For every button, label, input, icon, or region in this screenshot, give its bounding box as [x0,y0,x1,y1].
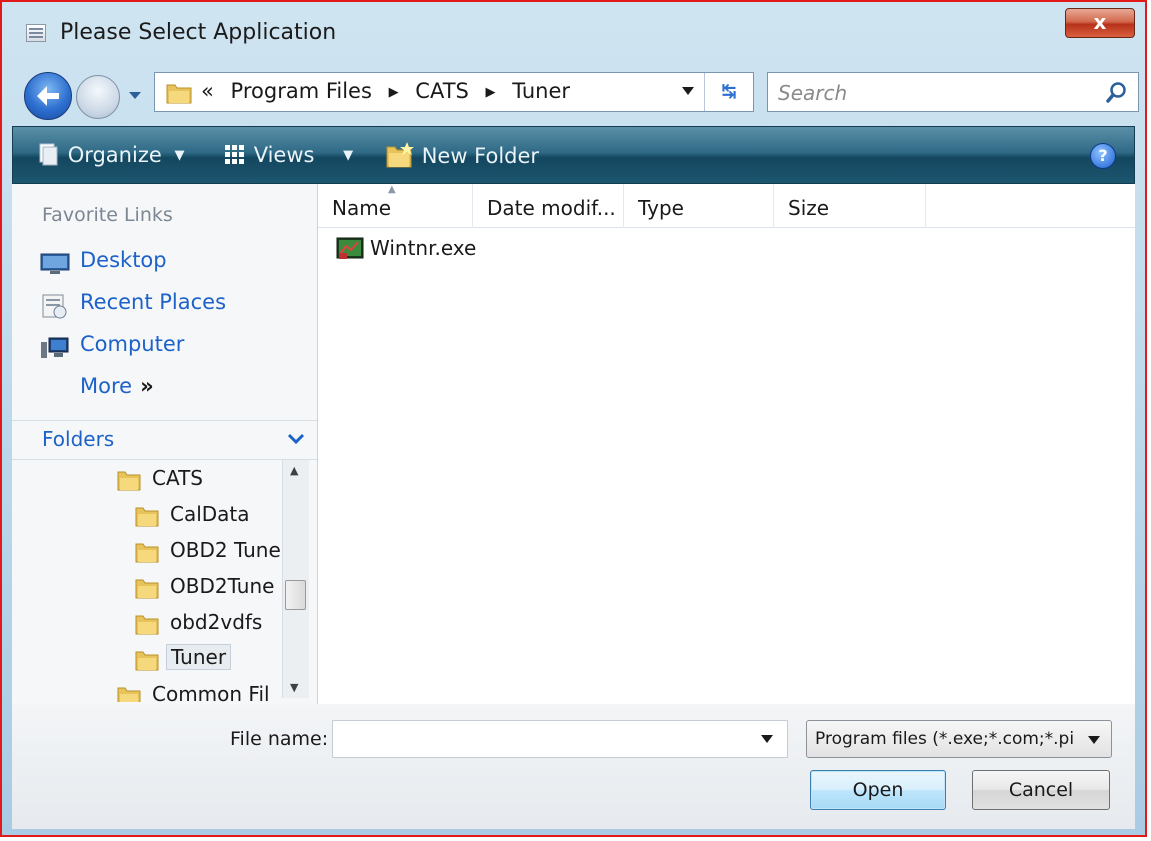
new-folder-button[interactable]: New Folder [385,141,539,171]
scroll-down-arrow-icon[interactable]: ▼ [290,681,298,694]
dialog-window: Please Select Application x « Program Fi… [0,0,1147,837]
column-date-modified[interactable]: Date modif... [473,184,624,228]
views-button[interactable]: Views ▼ [223,141,353,171]
refresh-button[interactable]: ↹ [704,73,753,111]
application-icon [26,24,46,42]
chevron-down-icon: ▼ [174,148,185,163]
breadcrumb-separator-icon[interactable]: ▶ [486,85,496,100]
folder-icon [135,507,159,527]
file-name-label: File name: [230,728,329,750]
search-box [767,72,1139,112]
breadcrumb: « Program Files ▶ CATS ▶ Tuner [201,79,580,103]
scroll-up-arrow-icon[interactable]: ▲ [290,464,298,477]
sort-ascending-icon: ▲ [388,184,396,195]
breadcrumb-program-files[interactable]: Program Files [231,79,372,103]
folder-icon [117,471,141,491]
executable-icon [336,237,364,259]
folders-title: Folders [42,427,115,451]
scroll-thumb[interactable] [285,580,306,610]
chevron-down-icon: ▼ [343,148,354,163]
breadcrumb-tuner[interactable]: Tuner [512,79,570,103]
back-arrow-icon [37,86,59,106]
favorite-links-title: Favorite Links [42,204,173,226]
column-type[interactable]: Type [624,184,774,228]
search-input[interactable] [776,77,1090,109]
breadcrumb-cats[interactable]: CATS [415,79,469,103]
chevron-down-icon [287,433,305,445]
folders-toggle[interactable]: Folders [12,420,317,460]
dialog-footer: File name: Program files (*.exe;*.com;*.… [12,704,1135,829]
folder-icon [135,543,159,563]
breadcrumb-overflow[interactable]: « [201,79,214,103]
open-button[interactable]: Open [810,770,946,810]
recent-pages-dropdown-icon[interactable] [128,88,142,102]
navigation-pane: Favorite Links Desktop Recent Places Com… [12,184,318,704]
command-bar: Organize ▼ Views ▼ New Folder ? [12,126,1135,184]
file-name-dropdown-icon[interactable] [760,734,774,744]
search-icon[interactable] [1106,81,1128,103]
organize-icon [39,143,58,166]
close-button[interactable]: x [1065,8,1135,38]
recent-places-icon [42,294,67,319]
file-list: ▲ Name Date modif... Type Size Wintnr.ex… [318,184,1135,704]
refresh-icon: ↹ [721,81,737,102]
title-bar: Please Select Application x [2,2,1145,58]
folder-tree: CATS CalData OBD2 Tune OBD2Tune obd2vdfs… [12,462,280,702]
folder-icon [135,579,159,599]
folder-icon [117,687,141,702]
column-headers: ▲ Name Date modif... Type Size [318,184,1135,228]
forward-button[interactable] [76,75,120,119]
chevron-down-icon [1088,736,1100,744]
more-links[interactable]: More» [80,374,154,398]
double-chevron-right-icon: » [140,374,154,398]
back-button[interactable] [24,72,72,120]
desktop-icon [40,253,70,274]
column-size[interactable]: Size [774,184,926,228]
file-name-input[interactable] [332,720,788,758]
column-name[interactable]: ▲ Name [318,184,473,228]
address-bar[interactable]: « Program Files ▶ CATS ▶ Tuner ↹ [154,72,754,112]
address-dropdown-icon[interactable] [681,85,695,97]
folder-icon [166,84,192,104]
help-icon[interactable]: ? [1090,143,1116,169]
folder-tree-scrollbar[interactable]: ▲ ▼ [282,460,309,698]
folder-icon [135,615,159,635]
views-icon [225,145,244,164]
folder-icon [135,651,159,671]
new-folder-icon [386,142,414,168]
file-type-select[interactable]: Program files (*.exe;*.com;*.pi [806,720,1112,758]
window-title: Please Select Application [60,20,337,45]
breadcrumb-separator-icon[interactable]: ▶ [389,85,399,100]
organize-button[interactable]: Organize ▼ [35,141,184,171]
computer-icon [41,337,69,358]
cancel-button[interactable]: Cancel [972,770,1110,810]
